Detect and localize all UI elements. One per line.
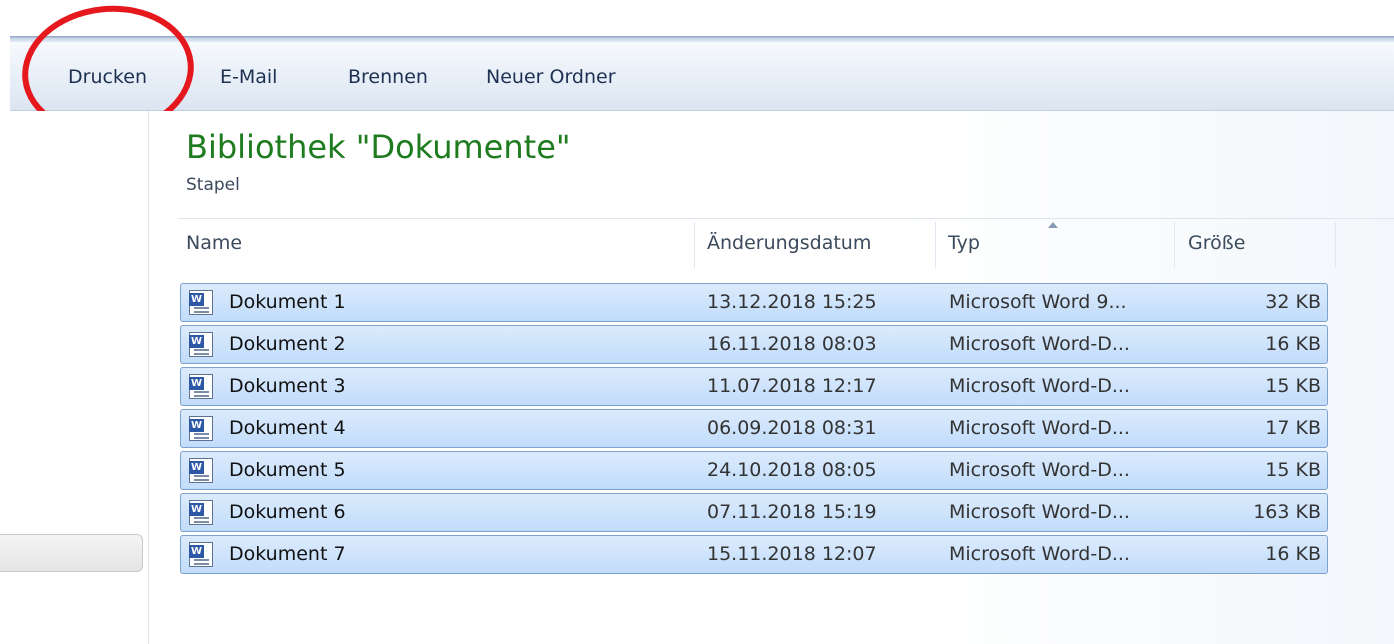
file-name: Dokument 4: [229, 417, 346, 439]
file-row[interactable]: W Dokument 5 24.10.2018 08:05 Microsoft …: [180, 451, 1328, 490]
word-doc-icon: W: [189, 290, 213, 315]
file-row[interactable]: W Dokument 2 16.11.2018 08:03 Microsoft …: [180, 325, 1328, 364]
file-type: Microsoft Word-D...: [949, 333, 1130, 355]
word-doc-icon: W: [189, 416, 213, 441]
file-type: Microsoft Word-D...: [949, 417, 1130, 439]
file-name: Dokument 7: [229, 543, 346, 565]
file-date: 16.11.2018 08:03: [707, 333, 877, 355]
file-type: Microsoft Word 9...: [949, 291, 1127, 313]
file-row[interactable]: W Dokument 1 13.12.2018 15:25 Microsoft …: [180, 283, 1328, 322]
word-doc-icon: W: [189, 332, 213, 357]
sort-ascending-icon: [1048, 222, 1058, 228]
file-name: Dokument 6: [229, 501, 346, 523]
word-doc-icon: W: [189, 458, 213, 483]
file-size: 15 KB: [1265, 375, 1321, 397]
file-name: Dokument 5: [229, 459, 346, 481]
column-separator[interactable]: [1174, 222, 1175, 268]
column-header-type[interactable]: Typ: [948, 232, 980, 254]
file-size: 163 KB: [1253, 501, 1321, 523]
file-size: 32 KB: [1265, 291, 1321, 313]
word-doc-icon: W: [189, 374, 213, 399]
new-folder-button[interactable]: Neuer Ordner: [480, 60, 622, 94]
file-type: Microsoft Word-D...: [949, 543, 1130, 565]
file-type: Microsoft Word-D...: [949, 501, 1130, 523]
file-size: 17 KB: [1265, 417, 1321, 439]
print-button[interactable]: Drucken: [62, 60, 153, 94]
file-date: 15.11.2018 12:07: [707, 543, 877, 565]
file-size: 16 KB: [1265, 543, 1321, 565]
file-row[interactable]: W Dokument 4 06.09.2018 08:31 Microsoft …: [180, 409, 1328, 448]
file-date: 06.09.2018 08:31: [707, 417, 877, 439]
file-name: Dokument 2: [229, 333, 346, 355]
column-header-size[interactable]: Größe: [1188, 232, 1245, 254]
burn-button[interactable]: Brennen: [342, 60, 434, 94]
word-doc-icon: W: [189, 500, 213, 525]
column-separator[interactable]: [1335, 222, 1336, 268]
file-type: Microsoft Word-D...: [949, 375, 1130, 397]
file-date: 24.10.2018 08:05: [707, 459, 877, 481]
file-type: Microsoft Word-D...: [949, 459, 1130, 481]
column-header-date[interactable]: Änderungsdatum: [707, 232, 871, 254]
window-top: [0, 0, 1394, 36]
header-divider: [178, 218, 1394, 219]
nav-item-selected[interactable]: [0, 534, 143, 572]
column-header-name[interactable]: Name: [186, 232, 242, 254]
file-size: 16 KB: [1265, 333, 1321, 355]
file-row[interactable]: W Dokument 3 11.07.2018 12:17 Microsoft …: [180, 367, 1328, 406]
command-bar: Drucken E-Mail Brennen Neuer Ordner: [10, 42, 1394, 111]
file-list: W Dokument 1 13.12.2018 15:25 Microsoft …: [180, 283, 1328, 577]
file-date: 13.12.2018 15:25: [707, 291, 877, 313]
file-size: 15 KB: [1265, 459, 1321, 481]
library-arrangement[interactable]: Stapel: [186, 175, 240, 195]
file-name: Dokument 1: [229, 291, 346, 313]
column-separator[interactable]: [935, 222, 936, 268]
file-date: 07.11.2018 15:19: [707, 501, 877, 523]
library-title: Bibliothek "Dokumente": [186, 128, 571, 166]
column-separator[interactable]: [694, 222, 695, 268]
file-date: 11.07.2018 12:17: [707, 375, 877, 397]
navigation-pane: [0, 111, 149, 644]
word-doc-icon: W: [189, 542, 213, 567]
file-row[interactable]: W Dokument 6 07.11.2018 15:19 Microsoft …: [180, 493, 1328, 532]
file-name: Dokument 3: [229, 375, 346, 397]
email-button[interactable]: E-Mail: [214, 60, 283, 94]
file-row[interactable]: W Dokument 7 15.11.2018 12:07 Microsoft …: [180, 535, 1328, 574]
